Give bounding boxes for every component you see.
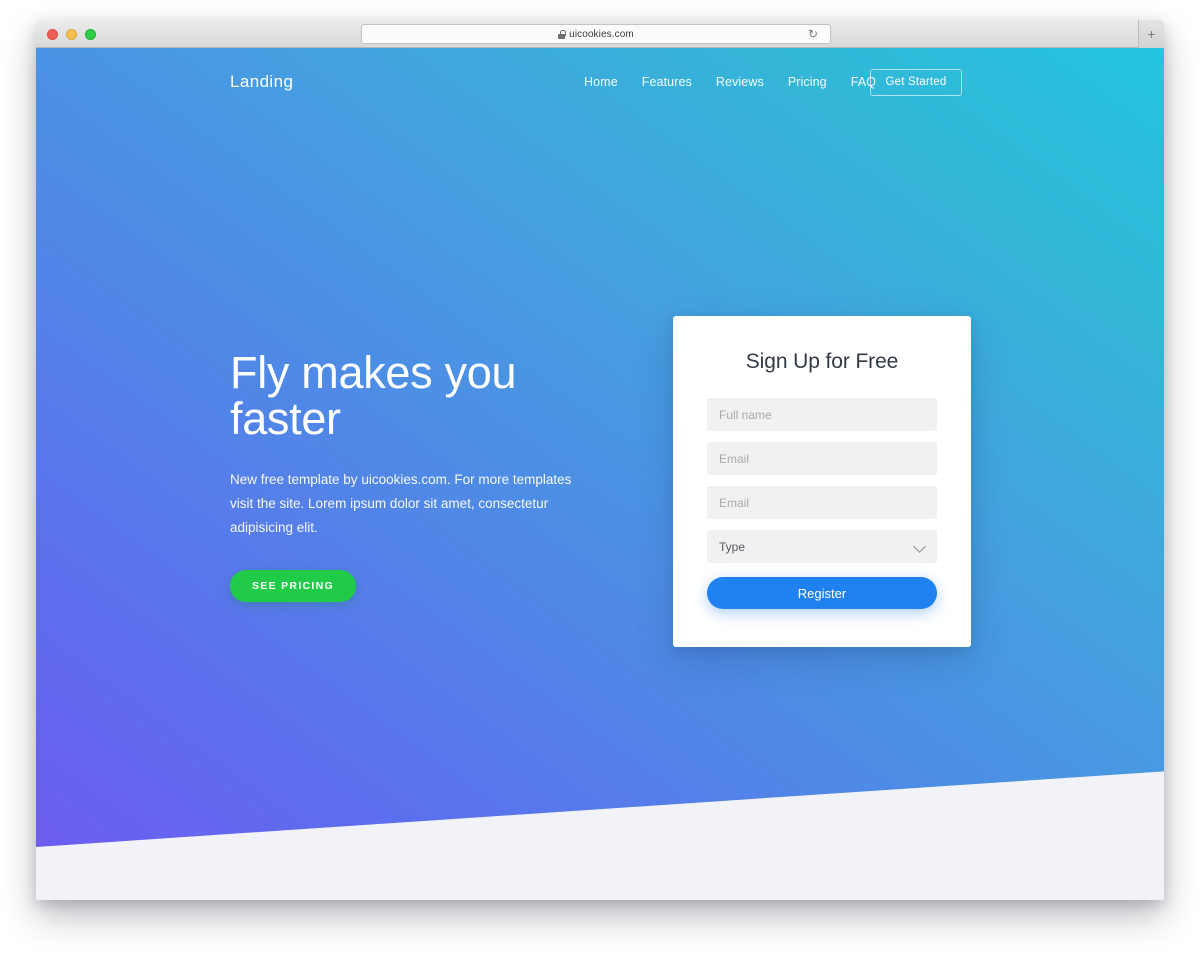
window-traffic-lights (47, 29, 96, 40)
reload-icon[interactable]: ↻ (808, 28, 818, 40)
address-bar-url: uicookies.com (569, 28, 634, 40)
hero-content: Fly makes you faster New free template b… (230, 350, 580, 602)
see-pricing-button[interactable]: SEE PRICING (230, 569, 356, 602)
hero-gradient-background (36, 48, 1164, 847)
new-tab-button[interactable]: + (1138, 20, 1164, 48)
nav-links: Home Features Reviews Pricing FAQ (584, 75, 876, 89)
register-button[interactable]: Register (707, 577, 937, 609)
type-select-wrapper: Type (707, 530, 937, 563)
nav-link-pricing[interactable]: Pricing (788, 75, 827, 89)
site-navbar: Landing Home Features Reviews Pricing FA… (36, 48, 1164, 116)
hero-desc-link-uicookies[interactable]: uicookies.com (361, 472, 447, 487)
hero-desc-link-site[interactable]: site (280, 496, 301, 511)
minimize-window-button[interactable] (66, 29, 77, 40)
hero-description: New free template by uicookies.com. For … (230, 468, 575, 540)
maximize-window-button[interactable] (85, 29, 96, 40)
email-input[interactable] (707, 442, 937, 475)
email-confirm-input[interactable] (707, 486, 937, 519)
address-bar-content: uicookies.com (558, 29, 634, 40)
nav-link-home[interactable]: Home (584, 75, 618, 89)
close-window-button[interactable] (47, 29, 58, 40)
browser-titlebar: uicookies.com ↻ + (36, 20, 1164, 48)
nav-link-reviews[interactable]: Reviews (716, 75, 764, 89)
address-bar[interactable]: uicookies.com ↻ (361, 24, 831, 44)
hero-title: Fly makes you faster (230, 347, 517, 444)
hero-desc-text-1: New free template by (230, 471, 362, 487)
site-logo[interactable]: Landing (230, 72, 293, 92)
nav-link-features[interactable]: Features (642, 75, 692, 89)
signup-card: Sign Up for Free Type Register (673, 316, 971, 647)
type-select[interactable]: Type (707, 530, 937, 563)
full-name-input[interactable] (707, 398, 937, 431)
browser-window: uicookies.com ↻ + Landing Home Features … (36, 20, 1164, 900)
lock-icon (558, 29, 566, 39)
get-started-button[interactable]: Get Started (870, 68, 962, 96)
signup-card-title: Sign Up for Free (745, 350, 899, 373)
page-viewport: Landing Home Features Reviews Pricing FA… (36, 48, 1164, 900)
